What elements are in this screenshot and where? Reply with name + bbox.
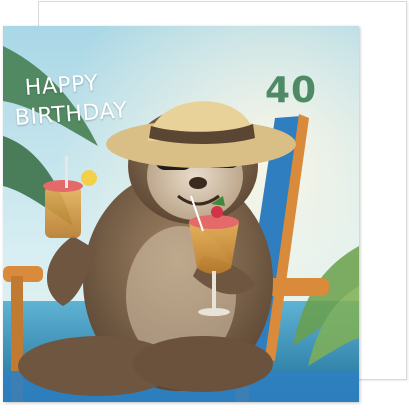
birthday-card: HAPPY BIRTHDAY 40 [3, 26, 359, 402]
age-number: 40 [265, 70, 318, 111]
greeting-text: HAPPY BIRTHDAY [14, 71, 135, 132]
greeting-line-2: BIRTHDAY [14, 98, 129, 131]
